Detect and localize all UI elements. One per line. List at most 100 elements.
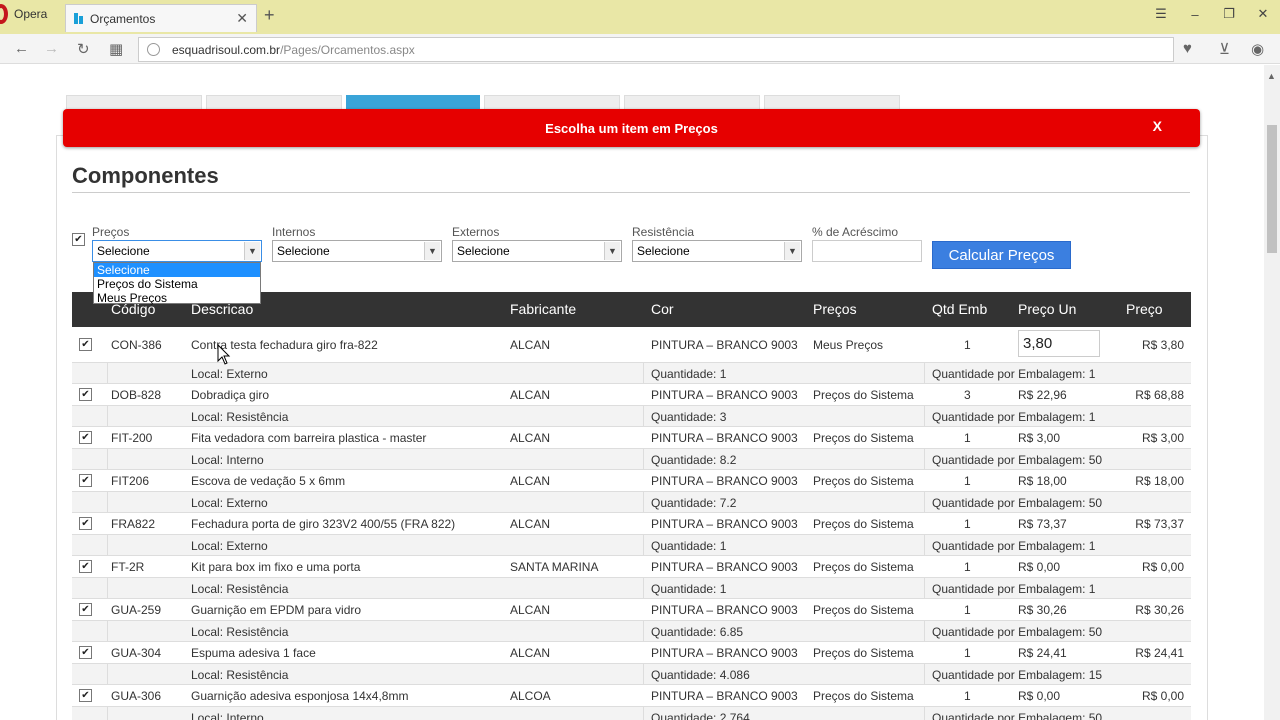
col-fabricante[interactable]: Fabricante <box>510 301 576 317</box>
filter-acrescimo: % de Acréscimo <box>812 225 922 262</box>
preco-un-input[interactable]: 3,80 <box>1018 330 1100 357</box>
window-close-icon[interactable]: ✕ <box>1246 6 1280 22</box>
cell-fabricante: SANTA MARINA <box>510 560 599 574</box>
row-checkbox[interactable]: ✔ <box>79 431 92 444</box>
cell-precos: Preços do Sistema <box>813 517 914 531</box>
precos-select[interactable]: Selecione ▼ <box>92 240 262 262</box>
cell-descricao: Fita vedadora com barreira plastica - ma… <box>191 431 427 445</box>
row-checkbox[interactable]: ✔ <box>79 646 92 659</box>
tab-menu-icon[interactable]: ☰ <box>1144 6 1178 22</box>
cell-qtd-emb: 1 <box>964 646 971 660</box>
globe-icon <box>147 43 160 56</box>
cell-preco-un: R$ 0,00 <box>1018 560 1061 574</box>
cell-descricao: Kit para box im fixo e uma porta <box>191 560 361 574</box>
col-preco-un[interactable]: Preço Un <box>1018 301 1076 317</box>
precos-option-meus[interactable]: Meus Preços <box>94 291 260 305</box>
restore-icon[interactable]: ❐ <box>1212 6 1246 22</box>
cell-qtd-por-emb: Quantidade por Embalagem: 50 <box>932 453 1103 467</box>
internos-select[interactable]: Selecione ▼ <box>272 240 442 262</box>
externos-select[interactable]: Selecione ▼ <box>452 240 622 262</box>
sub-divider <box>107 578 108 599</box>
back-icon[interactable]: ← <box>14 40 29 57</box>
cell-preco-un: R$ 18,00 <box>1018 474 1067 488</box>
cell-fabricante: ALCAN <box>510 431 551 445</box>
cell-cor: PINTURA – BRANCO 9003 <box>651 517 798 531</box>
row-checkbox[interactable]: ✔ <box>79 603 92 616</box>
page-scrollbar[interactable]: ▲ <box>1264 65 1280 720</box>
cell-local: Local: Resistência <box>191 582 289 596</box>
speed-dial-icon[interactable]: ▦ <box>109 40 123 58</box>
table-row: ✔ FIT-200 Fita vedadora com barreira pla… <box>72 427 1191 449</box>
minimize-icon[interactable]: – <box>1178 7 1212 22</box>
cell-preco: R$ 3,00 <box>1141 431 1184 445</box>
forward-icon[interactable]: → <box>44 40 59 57</box>
resistencia-select[interactable]: Selecione ▼ <box>632 240 802 262</box>
filter-precos: Preços Selecione ▼ <box>92 225 262 262</box>
precos-option-sistema[interactable]: Preços do Sistema <box>94 277 260 291</box>
alert-close-button[interactable]: X <box>1153 118 1162 134</box>
filter-externos-label: Externos <box>452 225 500 239</box>
row-checkbox[interactable]: ✔ <box>79 517 92 530</box>
cell-codigo: GUA-304 <box>111 646 162 660</box>
row-checkbox[interactable]: ✔ <box>79 388 92 401</box>
cell-fabricante: ALCAN <box>510 338 551 352</box>
row-checkbox[interactable]: ✔ <box>79 338 92 351</box>
calcular-precos-button[interactable]: Calcular Preços <box>932 241 1071 269</box>
cell-precos: Preços do Sistema <box>813 646 914 660</box>
cell-fabricante: ALCAN <box>510 388 551 402</box>
account-icon[interactable]: ◉ <box>1251 40 1264 58</box>
bg-tab-5[interactable] <box>624 95 760 109</box>
acrescimo-input[interactable] <box>812 240 922 262</box>
tab-close-icon[interactable]: ✕ <box>236 10 248 27</box>
cell-qtd-emb: 1 <box>964 689 971 703</box>
col-precos[interactable]: Preços <box>813 301 857 317</box>
col-preco[interactable]: Preço <box>1126 301 1163 317</box>
bg-tab-1[interactable] <box>66 95 202 109</box>
precos-option-selecione[interactable]: Selecione <box>94 263 260 277</box>
cell-quantidade: Quantidade: 4.086 <box>651 668 750 682</box>
url-bar[interactable]: esquadrisoul.com.br /Pages/Orcamentos.as… <box>138 37 1174 62</box>
sub-divider <box>643 492 644 513</box>
scroll-thumb[interactable] <box>1267 125 1277 253</box>
chevron-down-icon: ▼ <box>604 242 620 260</box>
bg-tab-6[interactable] <box>764 95 900 109</box>
cell-local: Local: Externo <box>191 539 268 553</box>
heart-icon[interactable]: ♥ <box>1183 40 1192 57</box>
cell-qtd-por-emb: Quantidade por Embalagem: 1 <box>932 582 1096 596</box>
sub-divider <box>643 707 644 720</box>
sub-divider <box>643 664 644 685</box>
resistencia-select-value: Selecione <box>637 244 690 258</box>
reload-icon[interactable]: ↻ <box>77 40 90 58</box>
cell-codigo: GUA-259 <box>111 603 162 617</box>
col-cor[interactable]: Cor <box>651 301 674 317</box>
sub-divider <box>107 449 108 470</box>
internos-select-value: Selecione <box>277 244 330 258</box>
sub-divider <box>643 621 644 642</box>
row-detail: Local: Externo Quantidade: 1 Quantidade … <box>72 535 1191 556</box>
precos-checkbox[interactable]: ✔ <box>72 233 85 246</box>
scroll-up-icon[interactable]: ▲ <box>1267 71 1276 81</box>
bg-tab-2[interactable] <box>206 95 342 109</box>
cell-descricao: Guarnição adesiva esponjosa 14x4,8mm <box>191 689 409 703</box>
bg-tab-4[interactable] <box>484 95 620 109</box>
filter-externos: Externos Selecione ▼ <box>452 225 622 262</box>
row-checkbox[interactable]: ✔ <box>79 560 92 573</box>
bg-tab-3[interactable] <box>346 95 480 109</box>
new-tab-icon[interactable]: + <box>264 5 275 26</box>
col-qtd-emb[interactable]: Qtd Emb <box>932 301 987 317</box>
url-path: /Pages/Orcamentos.aspx <box>280 42 415 57</box>
opera-menu-button[interactable]: Opera <box>0 0 62 28</box>
filter-internos-label: Internos <box>272 225 316 239</box>
chevron-down-icon: ▼ <box>784 242 800 260</box>
table-row: ✔ GUA-306 Guarnição adesiva esponjosa 14… <box>72 685 1191 707</box>
sub-divider <box>924 664 925 685</box>
row-checkbox[interactable]: ✔ <box>79 689 92 702</box>
mouse-cursor-icon <box>217 344 231 365</box>
row-checkbox[interactable]: ✔ <box>79 474 92 487</box>
table-row: ✔ FRA822 Fechadura porta de giro 323V2 4… <box>72 513 1191 535</box>
download-icon[interactable]: ⊻ <box>1219 40 1230 58</box>
cell-qtd-emb: 1 <box>964 431 971 445</box>
cell-codigo: FT-2R <box>111 560 145 574</box>
cell-local: Local: Interno <box>191 453 264 467</box>
browser-tab[interactable]: Orçamentos ✕ <box>65 4 257 32</box>
